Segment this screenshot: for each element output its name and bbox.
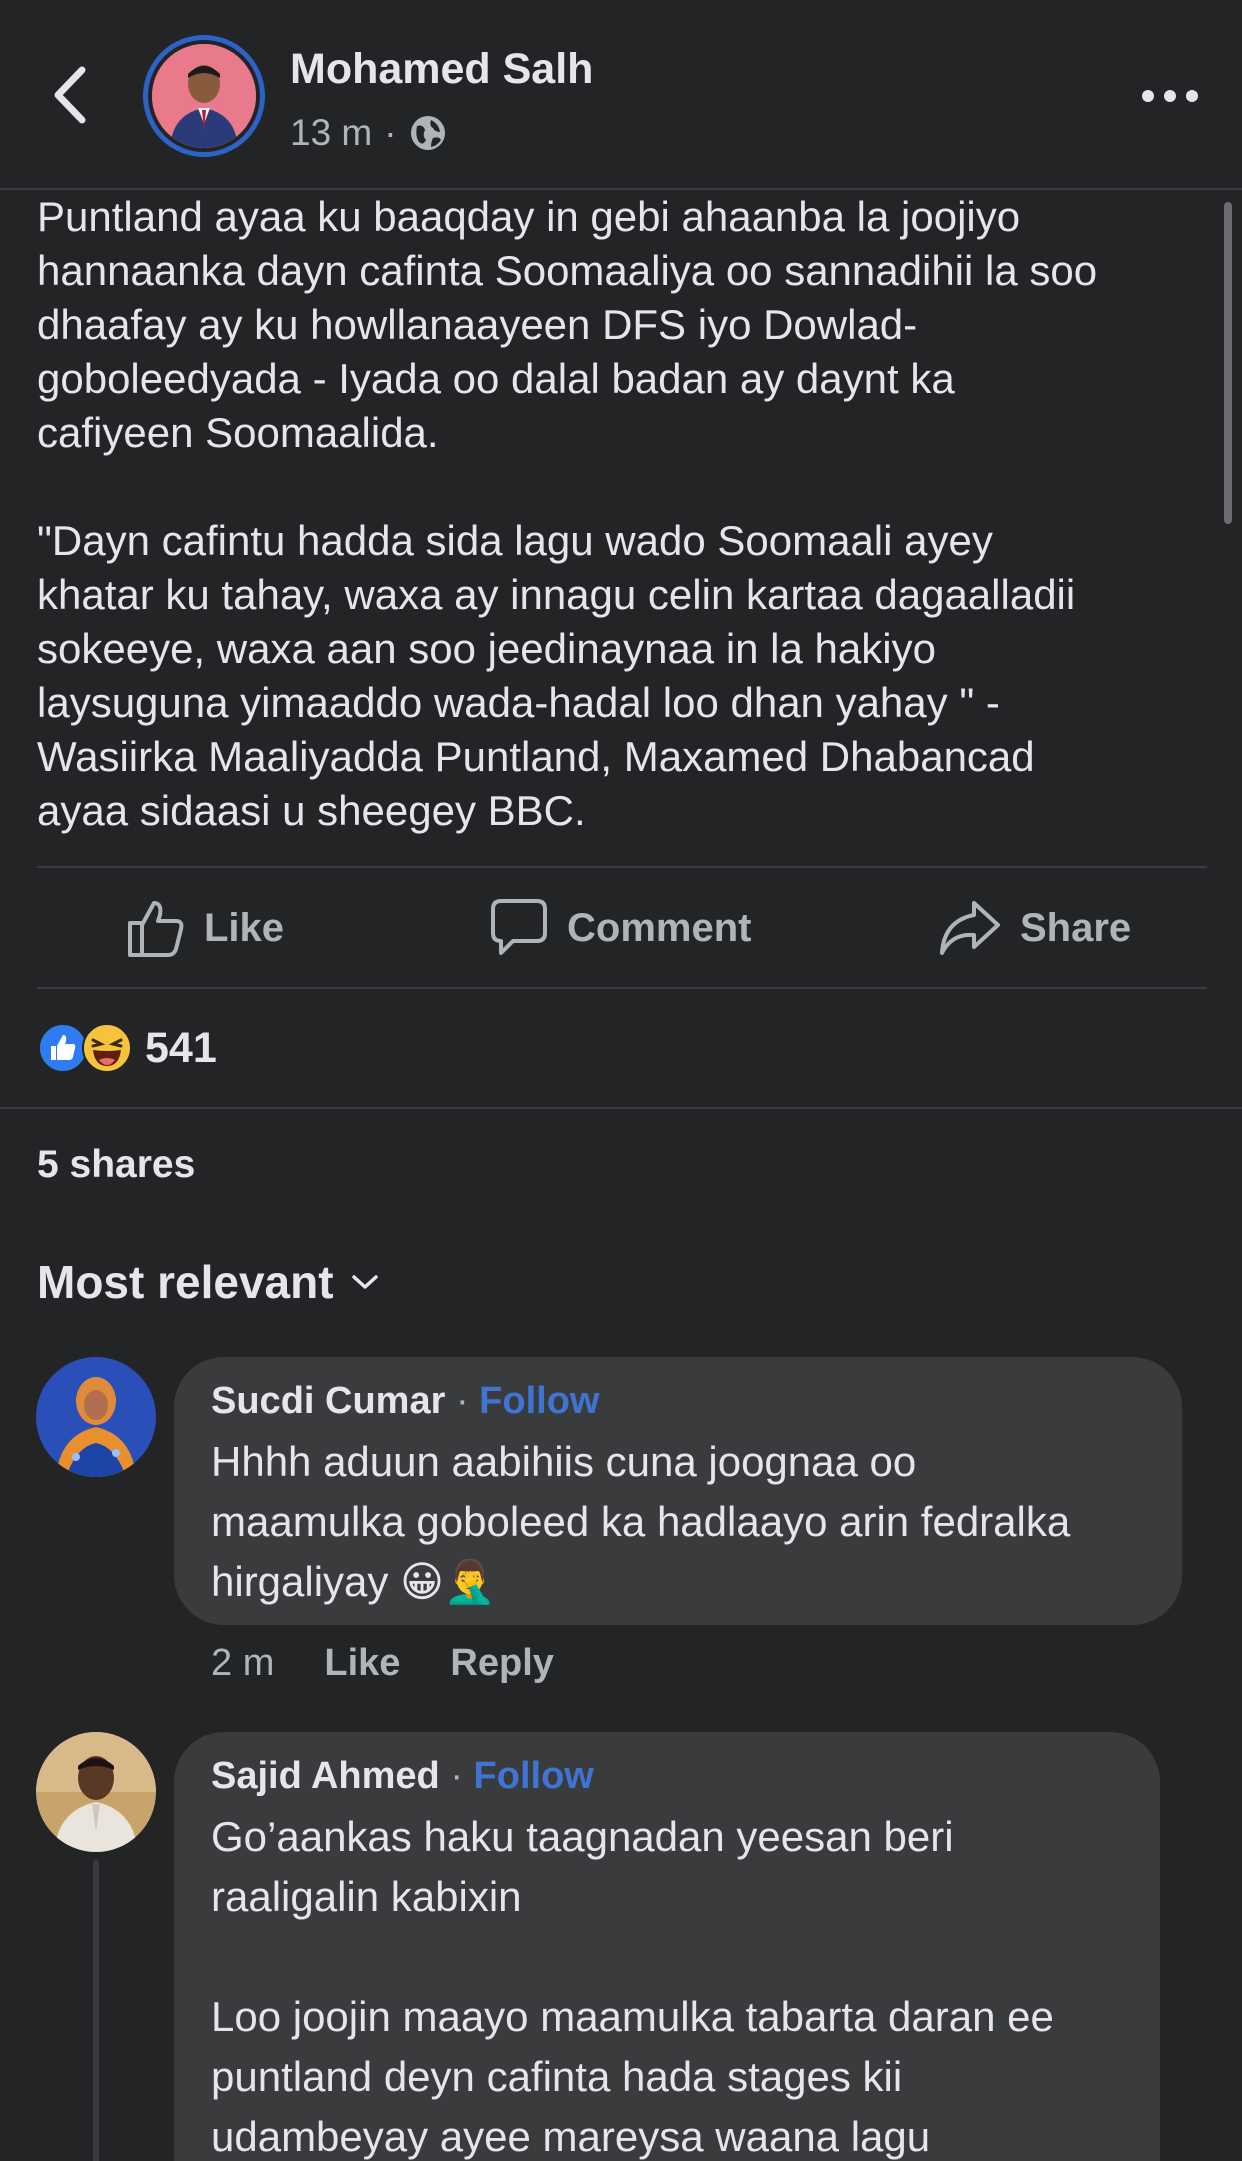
back-button[interactable]: [46, 62, 96, 128]
shares-count[interactable]: 5 shares: [37, 1143, 195, 1187]
author-photo: [152, 44, 256, 148]
comment-author[interactable]: Sajid Ahmed: [211, 1755, 440, 1797]
divider: [0, 1107, 1242, 1109]
share-label: Share: [1020, 905, 1132, 950]
post-meta: 13 m ·: [290, 112, 447, 154]
post-header: Mohamed Salh 13 m ·: [0, 0, 1242, 190]
comment-header: Sajid Ahmed · Follow: [211, 1755, 594, 1798]
divider: [37, 987, 1207, 989]
share-icon: [940, 901, 1000, 955]
comment-icon: [491, 899, 547, 955]
like-label: Like: [204, 905, 285, 950]
commenter-avatar[interactable]: [36, 1732, 156, 1852]
chevron-left-icon: [54, 66, 86, 124]
thread-line: [93, 1860, 99, 2161]
comment-button[interactable]: Comment: [489, 888, 751, 968]
commenter-photo: [36, 1732, 156, 1852]
share-button[interactable]: Share: [938, 888, 1131, 968]
more-options-button[interactable]: [1140, 76, 1200, 116]
follow-link[interactable]: Follow: [479, 1380, 599, 1422]
comment-header: Sucdi Cumar · Follow: [211, 1380, 599, 1423]
haha-reaction-icon: [82, 1023, 132, 1073]
like-button[interactable]: Like: [126, 888, 284, 968]
post-text: Puntland ayaa ku baaqday in gebi ahaanba…: [37, 193, 1098, 834]
comment-text: Go’aankas haku taagnadan yeesan beri raa…: [211, 1813, 1054, 2160]
comment-time: 2 m: [211, 1642, 275, 1684]
scroll-indicator[interactable]: [1224, 202, 1232, 524]
comment-meta: 2 m Like Reply: [211, 1642, 554, 1685]
name-separator: ·: [450, 1755, 463, 1797]
chevron-down-icon: [351, 1275, 378, 1289]
sort-label: Most relevant: [37, 1256, 334, 1308]
author-name[interactable]: Mohamed Salh: [290, 45, 593, 94]
meta-separator: ·: [384, 112, 397, 153]
commenter-avatar[interactable]: [36, 1357, 156, 1477]
sort-dropdown[interactable]: Most relevant: [37, 1255, 380, 1309]
reaction-summary[interactable]: 541: [37, 1018, 217, 1078]
follow-link[interactable]: Follow: [474, 1755, 594, 1797]
name-separator: ·: [455, 1380, 469, 1422]
post-detail-screen: Mohamed Salh 13 m · Puntland ayaa ku baa…: [0, 0, 1242, 2161]
comment-reply-button[interactable]: Reply: [450, 1642, 553, 1685]
comment-author[interactable]: Sucdi Cumar: [211, 1380, 445, 1422]
commenter-photo: [36, 1357, 156, 1477]
thumbs-up-icon: [128, 901, 184, 957]
comment-like-button[interactable]: Like: [324, 1642, 400, 1685]
reaction-count: 541: [145, 1023, 217, 1072]
globe-icon: [410, 116, 445, 150]
divider: [37, 866, 1207, 868]
comment-text: Hhhh aduun aabihiis cuna joognaa oo maam…: [211, 1438, 1071, 1605]
more-horizontal-icon: [1142, 90, 1198, 102]
post-time[interactable]: 13 m: [290, 112, 372, 154]
comment-label: Comment: [567, 905, 752, 950]
author-avatar[interactable]: [143, 35, 265, 157]
